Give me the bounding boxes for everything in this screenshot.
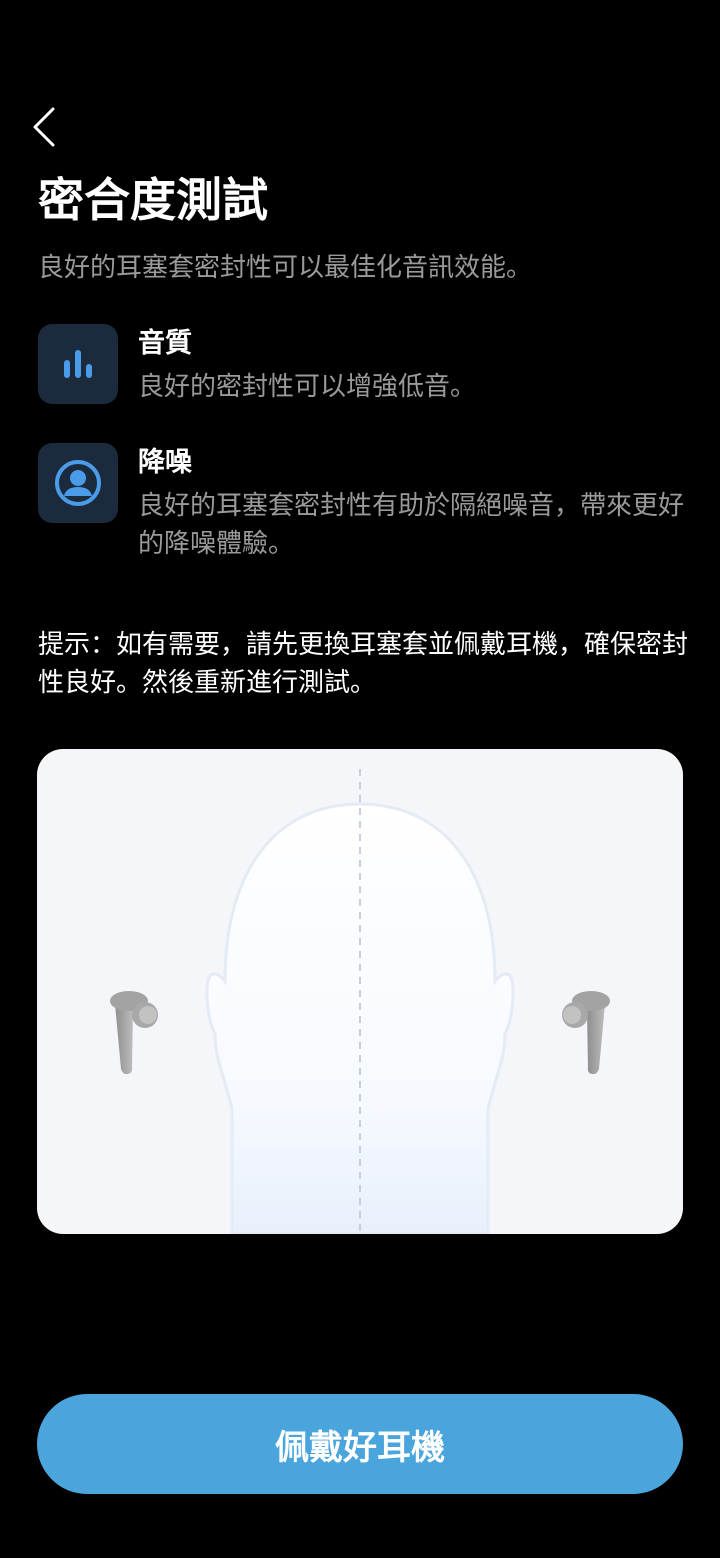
back-button[interactable] [24, 100, 64, 154]
feature-title: 音質 [138, 328, 192, 359]
tip-text: 提示：如有需要，請先更換耳塞套並佩戴耳機，確保密封性良好。然後重新進行測試。 [38, 630, 689, 698]
feature-title: 降噪 [138, 447, 192, 478]
wear-earbuds-button[interactable]: 佩戴好耳機 [37, 1394, 683, 1494]
user-noise-icon [38, 443, 118, 523]
page-title: 密合度測試 [38, 173, 268, 227]
feature-description: 良好的密封性可以增強低音。 [138, 372, 477, 402]
sound-bars-icon [38, 324, 118, 404]
feature-description: 良好的耳塞套密封性有助於隔絕噪音，帶來更好的降噪體驗。 [138, 491, 685, 559]
chevron-left-icon [33, 107, 55, 147]
left-earbud-icon [110, 991, 158, 1075]
head-with-earbuds-illustration [37, 749, 683, 1234]
right-earbud-icon [562, 991, 610, 1075]
page-subtitle: 良好的耳塞套密封性可以最佳化音訊效能。 [38, 253, 533, 283]
